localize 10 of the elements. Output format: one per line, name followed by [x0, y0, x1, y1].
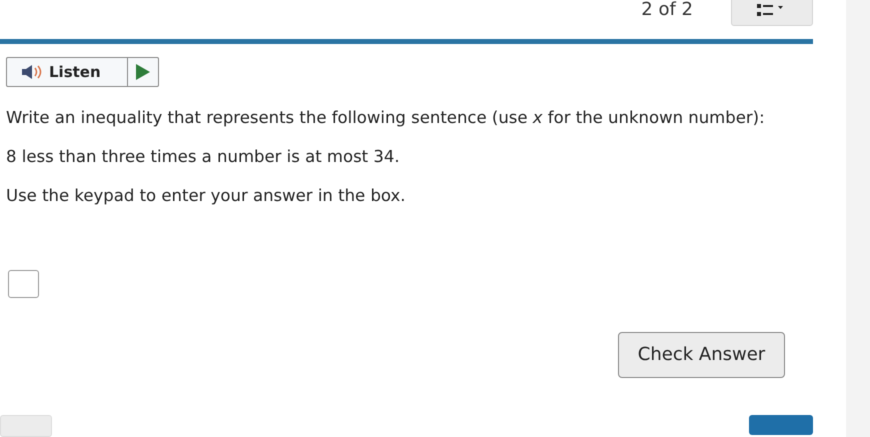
- play-icon: [136, 64, 150, 80]
- answer-box[interactable]: [8, 270, 39, 298]
- question-list-button[interactable]: [731, 0, 813, 26]
- instruction-text: Use the keypad to enter your answer in the box.: [6, 186, 407, 206]
- next-button[interactable]: [749, 414, 813, 435]
- check-answer-button[interactable]: Check Answer: [618, 332, 785, 378]
- question-sentence: 8 less than three times a number is at most 34.: [6, 147, 401, 166]
- listen-button[interactable]: Listen: [6, 57, 159, 88]
- speaker-icon: [21, 64, 43, 80]
- question-prompt: Write an inequality that represents the following sentence (use x for the unknown number):: [6, 108, 766, 128]
